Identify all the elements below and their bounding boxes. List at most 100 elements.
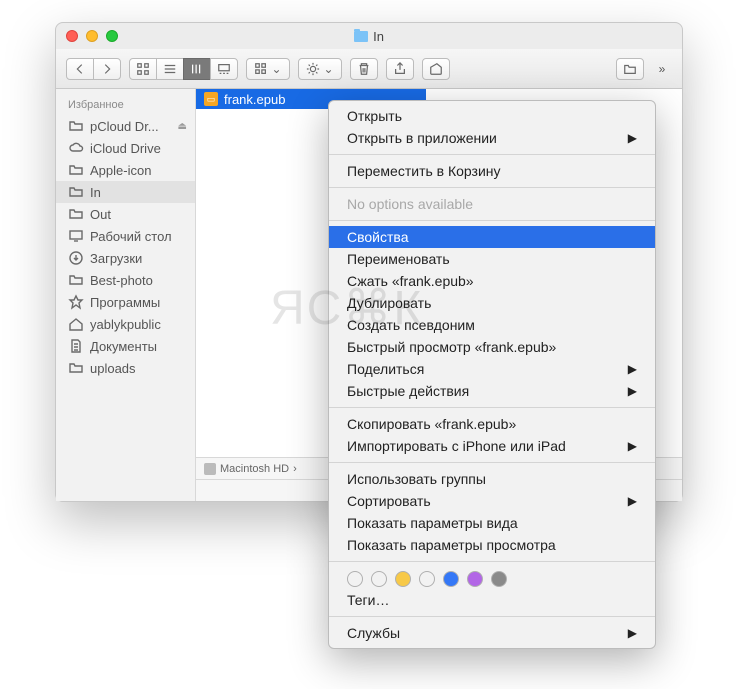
sidebar-item-label: Загрузки (90, 251, 142, 266)
sidebar-item-label: Рабочий стол (90, 229, 172, 244)
actions-button[interactable]: ⌄ (298, 58, 342, 80)
sidebar-item-label: Программы (90, 295, 160, 310)
sidebar-item-1[interactable]: iCloud Drive (56, 137, 195, 159)
folder-icon (68, 360, 84, 376)
folder-icon (354, 31, 368, 42)
back-button[interactable] (66, 58, 94, 80)
sidebar-item-3[interactable]: In (56, 181, 195, 203)
sidebar-item-8[interactable]: Программы (56, 291, 195, 313)
newfolder-button[interactable] (616, 58, 644, 80)
tags-button[interactable] (422, 58, 450, 80)
menu-properties[interactable]: Свойства (329, 226, 655, 248)
sidebar-item-label: iCloud Drive (90, 141, 161, 156)
menu-separator (329, 462, 655, 463)
sidebar-item-label: Apple-icon (90, 163, 151, 178)
apps-icon (68, 294, 84, 310)
menu-open[interactable]: Открыть (329, 105, 655, 127)
tag-color-4[interactable] (443, 571, 459, 587)
share-button[interactable] (386, 58, 414, 80)
menu-duplicate[interactable]: Дублировать (329, 292, 655, 314)
submenu-arrow-icon: ▶ (628, 626, 637, 640)
menu-separator (329, 154, 655, 155)
menu-separator (329, 561, 655, 562)
menu-separator (329, 187, 655, 188)
disk-icon (204, 463, 216, 475)
folder-icon (68, 206, 84, 222)
view-icon-button[interactable] (129, 58, 157, 80)
tag-color-1[interactable] (371, 571, 387, 587)
epub-icon: ▭ (204, 92, 218, 106)
folder-icon (68, 184, 84, 200)
delete-button[interactable] (350, 58, 378, 80)
menu-alias[interactable]: Создать псевдоним (329, 314, 655, 336)
sidebar-item-label: uploads (90, 361, 136, 376)
menu-open-with[interactable]: Открыть в приложении▶ (329, 127, 655, 149)
tag-color-2[interactable] (395, 571, 411, 587)
window-title-text: In (373, 29, 384, 44)
sidebar-item-5[interactable]: Рабочий стол (56, 225, 195, 247)
menu-separator (329, 407, 655, 408)
tag-color-6[interactable] (491, 571, 507, 587)
groupby-button[interactable]: ⌄ (246, 58, 290, 80)
tag-color-0[interactable] (347, 571, 363, 587)
downloads-icon (68, 250, 84, 266)
path-root: Macintosh HD (220, 463, 289, 475)
sidebar-item-label: In (90, 185, 101, 200)
menu-compress[interactable]: Сжать «frank.epub» (329, 270, 655, 292)
desktop-icon (68, 228, 84, 244)
sidebar-item-10[interactable]: Документы (56, 335, 195, 357)
sidebar-header: Избранное (56, 95, 195, 115)
menu-no-options: No options available (329, 193, 655, 215)
menu-separator (329, 616, 655, 617)
sidebar-item-label: Out (90, 207, 111, 222)
sidebar-item-6[interactable]: Загрузки (56, 247, 195, 269)
submenu-arrow-icon: ▶ (628, 362, 637, 376)
folder-icon (68, 162, 84, 178)
folder-icon (68, 272, 84, 288)
sidebar-item-2[interactable]: Apple-icon (56, 159, 195, 181)
menu-separator (329, 220, 655, 221)
sidebar-item-label: Документы (90, 339, 157, 354)
menu-services[interactable]: Службы▶ (329, 622, 655, 644)
menu-tag-swatches (329, 567, 655, 589)
eject-icon[interactable]: ⏏ (178, 121, 187, 132)
view-columns-button[interactable] (183, 58, 211, 80)
sidebar-item-7[interactable]: Best-photo (56, 269, 195, 291)
sidebar-item-label: pCloud Dr... (90, 119, 159, 134)
submenu-arrow-icon: ▶ (628, 439, 637, 453)
menu-rename[interactable]: Переименовать (329, 248, 655, 270)
tag-color-3[interactable] (419, 571, 435, 587)
tag-color-5[interactable] (467, 571, 483, 587)
menu-view-options[interactable]: Показать параметры вида (329, 512, 655, 534)
context-menu: Открыть Открыть в приложении▶ Переместит… (328, 100, 656, 649)
view-list-button[interactable] (156, 58, 184, 80)
menu-preview-options[interactable]: Показать параметры просмотра (329, 534, 655, 556)
forward-button[interactable] (93, 58, 121, 80)
menu-quicklook[interactable]: Быстрый просмотр «frank.epub» (329, 336, 655, 358)
file-name: frank.epub (224, 92, 285, 107)
sidebar-item-0[interactable]: pCloud Dr... ⏏ (56, 115, 195, 137)
sidebar-item-label: yablykpublic (90, 317, 161, 332)
sidebar-item-9[interactable]: yablykpublic (56, 313, 195, 335)
docs-icon (68, 338, 84, 354)
sidebar[interactable]: Избранное pCloud Dr... ⏏ iCloud Drive Apple… (56, 89, 196, 501)
overflow-button[interactable]: » (652, 58, 672, 80)
menu-tags[interactable]: Теги… (329, 589, 655, 611)
menu-trash[interactable]: Переместить в Корзину (329, 160, 655, 182)
submenu-arrow-icon: ▶ (628, 384, 637, 398)
menu-use-groups[interactable]: Использовать группы (329, 468, 655, 490)
submenu-arrow-icon: ▶ (628, 494, 637, 508)
menu-share[interactable]: Поделиться▶ (329, 358, 655, 380)
sidebar-item-label: Best-photo (90, 273, 153, 288)
menu-copy[interactable]: Скопировать «frank.epub» (329, 413, 655, 435)
folder-icon (68, 118, 84, 134)
menu-import[interactable]: Импортировать с iPhone или iPad▶ (329, 435, 655, 457)
sidebar-item-4[interactable]: Out (56, 203, 195, 225)
sidebar-item-11[interactable]: uploads (56, 357, 195, 379)
submenu-arrow-icon: ▶ (628, 131, 637, 145)
menu-quick-actions[interactable]: Быстрые действия▶ (329, 380, 655, 402)
menu-sort[interactable]: Сортировать▶ (329, 490, 655, 512)
window-title: In (56, 29, 682, 44)
titlebar: In (56, 23, 682, 49)
view-gallery-button[interactable] (210, 58, 238, 80)
